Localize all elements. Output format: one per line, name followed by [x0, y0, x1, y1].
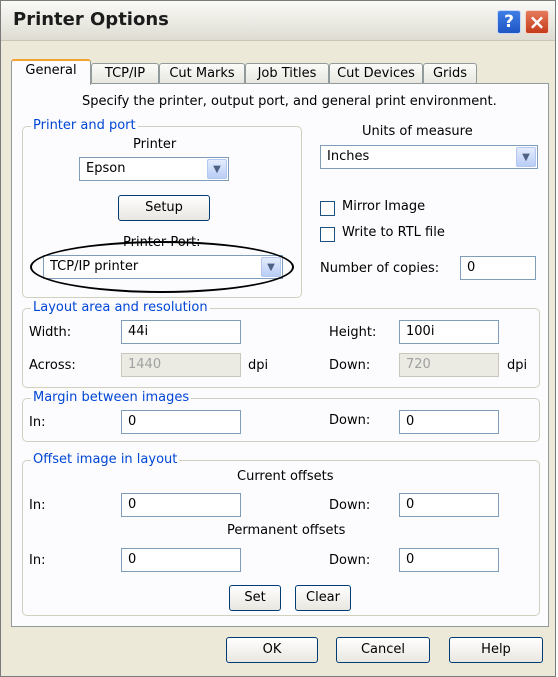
width-label: Width:: [29, 325, 72, 340]
write-rtl-checkbox[interactable]: [320, 227, 335, 242]
printer-select[interactable]: Epson ▼: [79, 157, 229, 181]
tab-tcpip[interactable]: TCP/IP: [91, 63, 159, 84]
permanent-offsets-label: Permanent offsets: [227, 523, 346, 538]
tab-general[interactable]: General: [11, 59, 91, 85]
permanent-down-label: Down:: [329, 553, 371, 568]
printer-select-value: Epson: [86, 161, 126, 176]
margin-title: Margin between images: [31, 390, 192, 405]
help-icon: ?: [504, 12, 514, 32]
margin-in-label: In:: [29, 415, 46, 430]
setup-button[interactable]: Setup: [118, 195, 210, 221]
down-dpi-label: dpi: [507, 358, 528, 373]
current-offsets-label: Current offsets: [237, 469, 334, 484]
units-select-value: Inches: [327, 149, 370, 164]
close-button[interactable]: ×: [525, 10, 549, 34]
tab-strip: General TCP/IP Cut Marks Job Titles Cut …: [11, 59, 551, 85]
chevron-down-icon[interactable]: ▼: [516, 147, 536, 167]
printer-and-port-group: Printer and port Printer Epson ▼ Setup P…: [22, 118, 302, 298]
write-rtl-label: Write to RTL file: [342, 225, 445, 240]
title-bar[interactable]: Printer Options ? ×: [1, 1, 555, 41]
margin-group: Margin between images In: 0 Down: 0: [22, 390, 540, 442]
permanent-in-label: In:: [29, 553, 46, 568]
window-title: Printer Options: [13, 9, 169, 30]
offset-title: Offset image in layout: [31, 452, 180, 467]
permanent-in-input[interactable]: 0: [121, 548, 241, 572]
mirror-image-label: Mirror Image: [342, 199, 426, 214]
margin-down-input[interactable]: 0: [399, 410, 499, 434]
across-dpi-label: dpi: [248, 358, 269, 373]
units-label: Units of measure: [362, 124, 473, 139]
ok-button[interactable]: OK: [226, 637, 318, 663]
set-button[interactable]: Set: [229, 585, 281, 611]
height-input[interactable]: 100i: [399, 320, 499, 344]
description-text: Specify the printer, output port, and ge…: [82, 94, 497, 109]
layout-area-group: Layout area and resolution Width: 44i He…: [22, 300, 540, 388]
help-title-button[interactable]: ?: [497, 10, 521, 34]
chevron-down-icon[interactable]: ▼: [207, 159, 227, 179]
mirror-image-checkbox[interactable]: [320, 201, 335, 216]
layout-area-title: Layout area and resolution: [31, 300, 210, 315]
margin-in-input[interactable]: 0: [121, 410, 241, 434]
down-resolution-input: 720: [399, 353, 499, 377]
tab-cut-devices[interactable]: Cut Devices: [329, 63, 423, 84]
clear-button[interactable]: Clear: [295, 585, 351, 611]
across-label: Across:: [29, 358, 76, 373]
current-in-label: In:: [29, 498, 46, 513]
copies-label: Number of copies:: [320, 261, 440, 276]
copies-input[interactable]: 0: [460, 256, 536, 280]
across-input: 1440: [121, 353, 241, 377]
printer-label: Printer: [133, 137, 177, 152]
highlight-ellipse: [30, 241, 294, 293]
cancel-button[interactable]: Cancel: [336, 637, 430, 663]
permanent-down-input[interactable]: 0: [399, 548, 499, 572]
tab-cut-marks[interactable]: Cut Marks: [159, 63, 245, 84]
current-down-input[interactable]: 0: [399, 493, 499, 517]
units-select[interactable]: Inches ▼: [320, 145, 538, 169]
height-label: Height:: [329, 325, 377, 340]
tab-grids[interactable]: Grids: [423, 63, 477, 84]
current-down-label: Down:: [329, 498, 371, 513]
margin-down-label: Down:: [329, 413, 371, 428]
close-icon: ×: [528, 10, 546, 34]
width-input[interactable]: 44i: [121, 320, 241, 344]
printer-options-dialog: Printer Options ? × General TCP/IP Cut M…: [0, 0, 556, 677]
help-button[interactable]: Help: [449, 637, 543, 663]
tab-job-titles[interactable]: Job Titles: [245, 63, 329, 84]
offset-group: Offset image in layout Current offsets I…: [22, 452, 540, 616]
current-in-input[interactable]: 0: [121, 493, 241, 517]
printer-and-port-title: Printer and port: [31, 118, 138, 133]
down-label: Down:: [329, 358, 371, 373]
general-tab-panel: Specify the printer, output port, and ge…: [11, 83, 549, 627]
